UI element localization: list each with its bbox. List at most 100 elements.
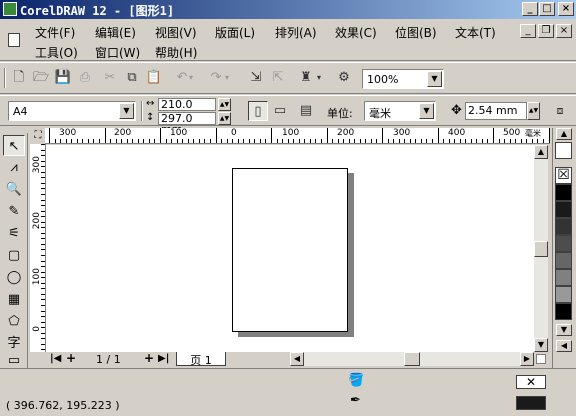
zoom-level-combo[interactable]: 100% ▼	[362, 69, 444, 89]
menu-effects[interactable]: 效果(C)	[335, 24, 377, 41]
horizontal-scrollbar[interactable]: ◀ ▶	[290, 352, 534, 366]
scroll-right-button[interactable]: ▶	[520, 352, 534, 366]
menu-bitmaps[interactable]: 位图(B)	[395, 24, 437, 41]
outline-pen-icon[interactable]: ✒	[350, 393, 361, 408]
palette-scroll-down-button[interactable]: ▼	[556, 324, 572, 336]
menu-help[interactable]: 帮助(H)	[155, 44, 197, 61]
toolbar-grip[interactable]	[4, 68, 6, 88]
paper-type-combo[interactable]: A4 ▼	[8, 101, 136, 121]
view-navigator-icon[interactable]	[536, 354, 546, 364]
page-tab[interactable]: 页 1	[176, 352, 226, 367]
ellipse-tool-icon[interactable]: ◯	[3, 267, 25, 288]
menu-arrange[interactable]: 排列(A)	[275, 24, 317, 41]
drawing-canvas[interactable]	[46, 145, 534, 352]
undo-dropdown-icon[interactable]: ▾	[186, 68, 196, 88]
options-icon[interactable]: ⚙	[334, 68, 354, 88]
color-swatch[interactable]	[555, 218, 572, 235]
palette-scroll-up-button[interactable]: ▲	[556, 128, 572, 140]
color-swatch[interactable]	[555, 286, 572, 303]
portrait-icon[interactable]: ▯	[248, 101, 268, 121]
scroll-up-button[interactable]: ▲	[534, 145, 548, 159]
menu-view[interactable]: 视图(V)	[155, 24, 197, 41]
doc-restore-button[interactable]: ❐	[538, 24, 554, 38]
zoom-tool-icon[interactable]: 🔍	[3, 179, 25, 200]
freehand-tool-icon[interactable]: ✎	[3, 201, 25, 222]
width-spinner[interactable]: ▲▼	[218, 98, 231, 111]
maximize-button[interactable]: □	[539, 2, 555, 16]
launcher-icon[interactable]: ♜	[296, 68, 316, 88]
page-width-field[interactable]: 210.0 mm	[158, 98, 216, 121]
graph-paper-tool-icon[interactable]: ▦	[3, 289, 25, 310]
color-swatch[interactable]	[555, 184, 572, 201]
pick-tool-icon[interactable]: ↖	[3, 135, 25, 156]
interactive-tool-icon[interactable]: ▭	[3, 354, 25, 367]
doc-close-button[interactable]: ×	[556, 24, 572, 38]
new-icon[interactable]: 🗋	[9, 68, 29, 88]
vertical-ruler[interactable]: 300 200 100 0	[30, 144, 46, 352]
save-icon[interactable]: 💾	[53, 68, 73, 88]
menu-window[interactable]: 窗口(W)	[95, 44, 140, 61]
nudge-field[interactable]: 2.54 mm	[465, 102, 527, 120]
nudge-spinner[interactable]: ▲▼	[527, 102, 540, 120]
export-icon[interactable]: ⇱	[268, 68, 288, 88]
color-swatch[interactable]	[555, 252, 572, 269]
menu-text[interactable]: 文本(T)	[455, 24, 496, 41]
ruler-tick	[309, 139, 311, 143]
palette-expand-button[interactable]: ◀	[556, 340, 572, 352]
add-page-before-button[interactable]: +	[66, 351, 76, 365]
scroll-left-button[interactable]: ◀	[290, 352, 304, 366]
launcher-dropdown-icon[interactable]: ▾	[314, 68, 324, 88]
close-button[interactable]: ×	[558, 2, 574, 16]
paste-icon[interactable]: 📋	[144, 68, 164, 88]
vertical-scroll-thumb[interactable]	[534, 241, 548, 257]
landscape-icon[interactable]: ▭	[270, 101, 290, 121]
last-page-button[interactable]: ▶|	[158, 353, 169, 364]
shape-tool-icon[interactable]: ⩘	[3, 157, 25, 178]
cut-icon[interactable]: ✂	[100, 68, 120, 88]
doc-minimize-button[interactable]: _	[520, 24, 536, 38]
first-page-button[interactable]: |◀	[50, 353, 61, 364]
basic-shapes-tool-icon[interactable]: ⬠	[3, 311, 25, 332]
redo-dropdown-icon[interactable]: ▾	[222, 68, 232, 88]
fill-bucket-icon[interactable]: 🪣	[348, 373, 364, 388]
fill-swatch-none[interactable]: ✕	[516, 375, 546, 389]
horizontal-ruler[interactable]: 300 200 100 0 100 200 300 400 500 毫米	[45, 128, 550, 144]
import-icon[interactable]: ⇲	[246, 68, 266, 88]
chevron-down-icon[interactable]: ▼	[119, 103, 134, 119]
text-tool-icon[interactable]: 字	[3, 333, 25, 354]
height-spinner[interactable]: ▲▼	[218, 112, 231, 125]
menu-layout[interactable]: 版面(L)	[215, 24, 255, 41]
chevron-down-icon[interactable]: ▼	[419, 103, 434, 119]
color-swatch[interactable]	[555, 303, 572, 320]
chevron-down-icon[interactable]: ▼	[427, 71, 442, 87]
color-swatch[interactable]	[555, 235, 572, 252]
rectangle-tool-icon[interactable]: ▢	[3, 245, 25, 266]
menu-edit[interactable]: 编辑(E)	[95, 24, 136, 41]
menu-file[interactable]: 文件(F)	[35, 24, 75, 41]
document-icon[interactable]	[8, 33, 20, 47]
color-swatch[interactable]	[555, 269, 572, 286]
drawing-page[interactable]	[232, 168, 348, 332]
color-swatch[interactable]	[555, 201, 572, 218]
minimize-button[interactable]: _	[522, 2, 538, 16]
copy-icon[interactable]: ⧉	[122, 68, 142, 88]
vertical-scrollbar[interactable]: ▲ ▼	[534, 145, 548, 352]
smart-fill-tool-icon[interactable]: ⚟	[3, 223, 25, 244]
horizontal-scroll-thumb[interactable]	[404, 352, 420, 366]
duplicate-distance-icon[interactable]: ⧈	[550, 101, 570, 121]
scroll-down-button[interactable]: ▼	[534, 338, 548, 352]
menu-tools[interactable]: 工具(O)	[35, 44, 78, 61]
page-layout-icon[interactable]: ▤	[296, 101, 316, 121]
no-fill-swatch[interactable]	[555, 142, 572, 159]
print-icon[interactable]: ⎙	[75, 68, 95, 88]
ruler-tick	[248, 139, 250, 143]
no-color-swatch[interactable]: ☒	[555, 167, 572, 184]
coreldraw-app-icon[interactable]	[3, 2, 17, 16]
ruler-origin-icon[interactable]: ⛶	[30, 128, 46, 144]
add-page-after-button[interactable]: +	[144, 351, 154, 365]
open-icon[interactable]: 🗁	[31, 68, 51, 88]
ruler-tick	[126, 139, 128, 143]
units-combo[interactable]: 毫米 ▼	[364, 101, 436, 121]
outline-color-swatch[interactable]	[516, 396, 546, 410]
page-height-field[interactable]: 297.0 mm	[158, 112, 216, 135]
